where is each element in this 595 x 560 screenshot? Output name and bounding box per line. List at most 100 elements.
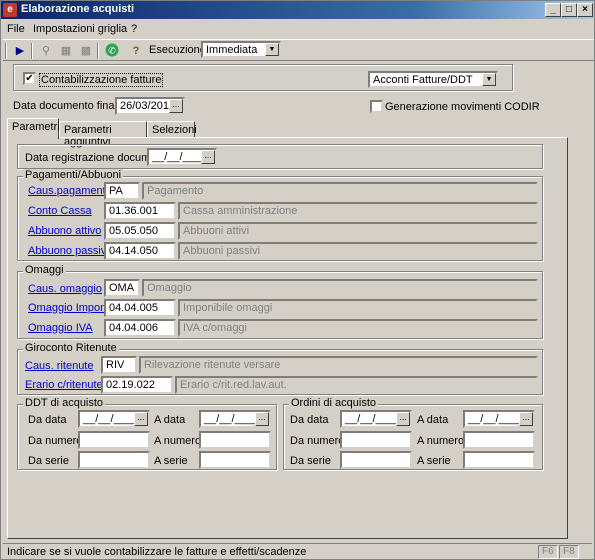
ddt-da-data-label: Da data bbox=[28, 414, 67, 426]
tipo-select[interactable]: Acconti Fatture/DDT ▼ bbox=[368, 71, 498, 88]
caus-ritenute-field[interactable]: RIV bbox=[101, 356, 137, 374]
menu-impostazioni-griglia[interactable]: Impostazioni griglia bbox=[33, 23, 127, 35]
ddt-a-numero-label: A numero bbox=[154, 435, 202, 447]
data-reg-field[interactable]: __/__/____ ... bbox=[147, 148, 217, 166]
omaggio-iva-field[interactable]: 04.04.006 bbox=[104, 319, 176, 337]
ddt-a-serie-field[interactable] bbox=[199, 451, 271, 469]
grid-delete-icon[interactable]: ▩ bbox=[77, 43, 95, 59]
date-picker-button[interactable]: ... bbox=[134, 412, 148, 426]
f8-key[interactable]: F8 bbox=[559, 545, 579, 559]
abbuono-passivo-link[interactable]: Abbuono passivo bbox=[28, 245, 112, 257]
ordini-a-data-label: A data bbox=[417, 414, 449, 426]
erario-ritenute-link[interactable]: Erario c/ritenute bbox=[25, 379, 103, 391]
menu-file[interactable]: File bbox=[7, 23, 25, 35]
ddt-da-serie-label: Da serie bbox=[28, 455, 69, 467]
omaggio-impon-link[interactable]: Omaggio Impon. bbox=[28, 302, 109, 314]
ordini-a-numero-label: A numero bbox=[417, 435, 465, 447]
ddt-a-numero-field[interactable] bbox=[199, 431, 271, 449]
ordini-a-serie-label: A serie bbox=[417, 455, 451, 467]
filter-icon[interactable]: ⚲ bbox=[37, 43, 55, 59]
caus-pagamento-field[interactable]: PA bbox=[104, 182, 140, 200]
grid-icon[interactable]: ▦ bbox=[57, 43, 75, 59]
caus-ritenute-desc: Rilevazione ritenute versare bbox=[139, 356, 538, 374]
conto-cassa-field[interactable]: 01.36.001 bbox=[104, 202, 176, 220]
caus-omaggio-field[interactable]: OMA bbox=[104, 279, 140, 297]
pagamenti-title: Pagamenti/Abbuoni bbox=[23, 169, 124, 181]
esecuzione-select[interactable]: Immediata ▼ bbox=[201, 41, 281, 58]
ddt-da-serie-field[interactable] bbox=[78, 451, 150, 469]
tipo-value: Acconti Fatture/DDT bbox=[373, 74, 473, 86]
chevron-down-icon[interactable]: ▼ bbox=[265, 43, 279, 56]
caus-pagamento-link[interactable]: Caus.pagamento bbox=[28, 185, 112, 197]
close-button[interactable]: × bbox=[577, 3, 593, 17]
omaggio-iva-link[interactable]: Omaggio IVA bbox=[28, 322, 93, 334]
esecuzione-label: Esecuzione bbox=[149, 44, 206, 56]
toolbar-separator bbox=[31, 43, 33, 59]
omaggio-impon-field[interactable]: 04.04.005 bbox=[104, 299, 176, 317]
abbuono-attivo-field[interactable]: 05.05.050 bbox=[104, 222, 176, 240]
caus-pagamento-desc: Pagamento bbox=[142, 182, 538, 200]
date-picker-button[interactable]: ... bbox=[519, 412, 533, 426]
caus-ritenute-link[interactable]: Caus. ritenute bbox=[25, 360, 93, 372]
maximize-button[interactable]: □ bbox=[561, 3, 577, 17]
run-icon[interactable]: ▶ bbox=[11, 43, 29, 59]
title-bar: e Elaborazione acquisti _ □ × bbox=[1, 1, 594, 19]
ordini-a-serie-field[interactable] bbox=[463, 451, 535, 469]
date-picker-button[interactable]: ... bbox=[201, 150, 215, 164]
contabilizzazione-label[interactable]: Contabilizzazione fatture bbox=[39, 73, 164, 87]
ddt-da-data-field[interactable]: __/__/____ ... bbox=[78, 410, 150, 428]
date-picker-button[interactable]: ... bbox=[255, 412, 269, 426]
ddt-title: DDT di acquisto bbox=[23, 397, 106, 409]
minimize-button[interactable]: _ bbox=[545, 3, 561, 17]
chevron-down-icon[interactable]: ▼ bbox=[482, 73, 496, 86]
conto-cassa-link[interactable]: Conto Cassa bbox=[28, 205, 92, 217]
ordini-da-numero-label: Da numero bbox=[290, 435, 345, 447]
menu-help[interactable]: ? bbox=[131, 23, 137, 35]
ddt-a-data-field[interactable]: __/__/____ ... bbox=[199, 410, 271, 428]
tab-parametri-aggiuntivi[interactable]: Parametri aggiuntivi bbox=[59, 121, 147, 148]
data-doc-label: Data documento finale bbox=[13, 100, 124, 112]
ddt-da-numero-field[interactable] bbox=[78, 431, 150, 449]
omaggi-title: Omaggi bbox=[23, 264, 66, 276]
esecuzione-value: Immediata bbox=[206, 44, 258, 56]
toolbar: ▶ ⚲ ▦ ▩ ✆ ? Esecuzione Immediata ▼ bbox=[3, 39, 594, 61]
f6-key[interactable]: F6 bbox=[538, 545, 558, 559]
codir-checkbox[interactable] bbox=[370, 100, 383, 113]
caus-omaggio-link[interactable]: Caus. omaggio bbox=[28, 283, 102, 295]
giroconto-title: Giroconto Ritenute bbox=[23, 342, 119, 354]
data-reg-value: __/__/____ bbox=[152, 151, 208, 163]
ddt-a-serie-label: A serie bbox=[154, 455, 188, 467]
ordini-a-numero-field[interactable] bbox=[463, 431, 535, 449]
ordini-a-data-field[interactable]: __/__/____ ... bbox=[463, 410, 535, 428]
phone-icon[interactable]: ✆ bbox=[103, 43, 121, 59]
tab-selezioni[interactable]: Selezioni bbox=[147, 121, 197, 138]
ddt-da-numero-label: Da numero bbox=[28, 435, 83, 447]
conto-cassa-desc: Cassa amministrazione bbox=[178, 202, 538, 220]
ordini-da-serie-label: Da serie bbox=[290, 455, 331, 467]
erario-ritenute-field[interactable]: 02.19.022 bbox=[101, 376, 173, 394]
date-picker-button[interactable]: ... bbox=[396, 412, 410, 426]
ordini-a-data-value: __/__/____ bbox=[468, 413, 524, 425]
ddt-a-data-value: __/__/____ bbox=[204, 413, 260, 425]
abbuono-attivo-link[interactable]: Abbuono attivo bbox=[28, 225, 101, 237]
ordini-da-serie-field[interactable] bbox=[340, 451, 412, 469]
abbuono-attivo-desc: Abbuoni attivi bbox=[178, 222, 538, 240]
ddt-a-data-label: A data bbox=[154, 414, 186, 426]
codir-label[interactable]: Generazione movimenti CODIR bbox=[385, 101, 540, 113]
svg-text:✆: ✆ bbox=[108, 47, 116, 57]
ordini-da-data-value: __/__/____ bbox=[345, 413, 401, 425]
toolbar-separator bbox=[5, 43, 7, 59]
contabilizzazione-checkbox[interactable]: ✔ bbox=[23, 72, 36, 85]
menu-bar: File Impostazioni griglia ? bbox=[1, 20, 594, 38]
window-title: Elaborazione acquisti bbox=[21, 3, 135, 15]
abbuono-passivo-field[interactable]: 04.14.050 bbox=[104, 242, 176, 260]
app-icon: e bbox=[3, 3, 17, 17]
date-picker-button[interactable]: ... bbox=[169, 99, 183, 113]
ddt-da-data-value: __/__/____ bbox=[83, 413, 139, 425]
data-doc-field[interactable]: 26/03/2012 ... bbox=[115, 97, 185, 115]
caus-omaggio-desc: Omaggio bbox=[142, 279, 538, 297]
ordini-da-data-field[interactable]: __/__/____ ... bbox=[340, 410, 412, 428]
ordini-da-numero-field[interactable] bbox=[340, 431, 412, 449]
help-icon[interactable]: ? bbox=[127, 43, 145, 59]
tab-parametri[interactable]: Parametri bbox=[7, 118, 60, 139]
